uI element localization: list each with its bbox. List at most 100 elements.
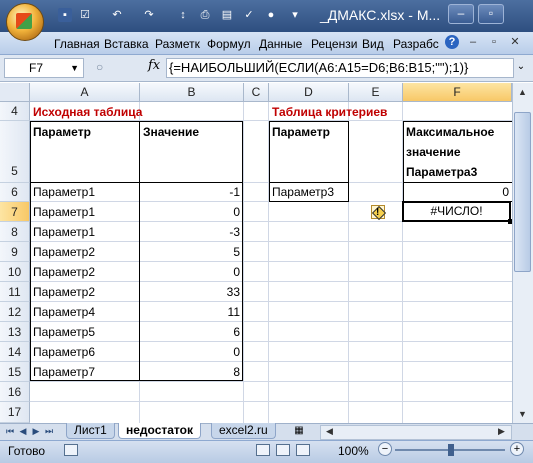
expand-formula-bar-icon[interactable]: ⌄: [513, 58, 529, 76]
cell-value[interactable]: -1: [140, 183, 243, 202]
cell-value[interactable]: 0: [140, 262, 243, 282]
column-header-f[interactable]: F: [403, 83, 512, 102]
cell-param[interactable]: Параметр5: [30, 322, 140, 342]
criteria-table-title[interactable]: Таблица критериев: [269, 103, 390, 121]
f6-value[interactable]: 0: [403, 183, 512, 202]
row-header-6[interactable]: 6: [0, 183, 30, 202]
criteria-param-value[interactable]: Параметр3: [269, 183, 349, 202]
criteria-header-max-line1[interactable]: Максимальное: [403, 123, 497, 141]
criteria-header-param[interactable]: Параметр: [269, 123, 333, 141]
row-header-11[interactable]: 11: [0, 282, 30, 302]
cell-param[interactable]: Параметр6: [30, 342, 140, 362]
prev-sheet-icon[interactable]: ◀: [17, 424, 29, 438]
row-header-8[interactable]: 8: [0, 222, 30, 242]
cell-value[interactable]: 0: [140, 342, 243, 362]
cell-param[interactable]: Параметр2: [30, 262, 140, 282]
insert-sheet-icon[interactable]: ▦: [292, 424, 306, 437]
minimize-button[interactable]: –: [448, 4, 474, 24]
row-header-12[interactable]: 12: [0, 302, 30, 322]
chevron-down-icon[interactable]: ▼: [70, 59, 79, 77]
row-header-5[interactable]: 5: [0, 121, 30, 183]
column-header-d[interactable]: D: [269, 83, 349, 102]
formula-input[interactable]: {=НАИБОЛЬШИЙ(ЕСЛИ(A6:A15=D6;B6:B15;"");1…: [166, 58, 514, 78]
last-sheet-icon[interactable]: ⏭: [43, 424, 55, 438]
row-header-4[interactable]: 4: [0, 102, 30, 121]
cell-value[interactable]: 8: [140, 362, 243, 382]
vertical-scroll-thumb[interactable]: [514, 112, 531, 272]
sheet-tab-excel2[interactable]: excel2.ru: [211, 423, 276, 439]
tab-view[interactable]: Вид: [362, 37, 384, 51]
cell-param[interactable]: Параметр4: [30, 302, 140, 322]
cell-value[interactable]: 11: [140, 302, 243, 322]
name-box[interactable]: F7 ▼: [4, 58, 84, 78]
checkbox-icon[interactable]: ☑: [78, 8, 92, 22]
tab-page-layout[interactable]: Разметк: [155, 37, 200, 51]
sheet-tab-nedostatok[interactable]: недостаток: [118, 423, 201, 439]
macro-record-icon[interactable]: [64, 444, 78, 456]
sort-icon[interactable]: ↕: [176, 8, 190, 22]
cell-param[interactable]: Параметр2: [30, 282, 140, 302]
row-header-13[interactable]: 13: [0, 322, 30, 342]
cell-value[interactable]: -3: [140, 222, 243, 242]
tab-formulas[interactable]: Формул: [207, 37, 251, 51]
ribbon-restore-icon[interactable]: ▫: [487, 36, 501, 48]
column-header-a[interactable]: A: [30, 83, 140, 102]
cell-value[interactable]: 5: [140, 242, 243, 262]
source-table-title[interactable]: Исходная таблица: [30, 103, 145, 121]
ribbon-close-icon[interactable]: ✕: [508, 36, 522, 48]
row-header-9[interactable]: 9: [0, 242, 30, 262]
tab-data[interactable]: Данные: [259, 37, 302, 51]
first-sheet-icon[interactable]: ⏮: [4, 424, 16, 438]
cell-param[interactable]: Параметр7: [30, 362, 140, 382]
circle-icon[interactable]: ●: [264, 8, 278, 22]
select-all-corner[interactable]: [0, 83, 30, 102]
cell-param[interactable]: Параметр1: [30, 222, 140, 242]
save-icon[interactable]: ▪: [58, 8, 72, 22]
tab-insert[interactable]: Вставка: [104, 37, 149, 51]
cell-param[interactable]: Параметр1: [30, 183, 140, 202]
column-header-b[interactable]: B: [140, 83, 244, 102]
header-param[interactable]: Параметр: [30, 123, 94, 141]
cell-param[interactable]: Параметр2: [30, 242, 140, 262]
scroll-up-icon[interactable]: ▲: [513, 84, 532, 100]
scroll-right-icon[interactable]: ▶: [492, 424, 511, 438]
f7-error-value[interactable]: #ЧИСЛО!: [403, 202, 510, 221]
customize-icon[interactable]: ▾: [288, 8, 302, 22]
row-header-7[interactable]: 7: [0, 202, 30, 222]
horizontal-scrollbar[interactable]: [320, 425, 512, 440]
office-button[interactable]: [6, 3, 44, 41]
maximize-button[interactable]: ▫: [478, 4, 504, 24]
header-value[interactable]: Значение: [140, 123, 202, 141]
help-icon[interactable]: ?: [445, 35, 459, 49]
tab-review[interactable]: Рецензи: [311, 37, 357, 51]
row-header-14[interactable]: 14: [0, 342, 30, 362]
cell-value[interactable]: 0: [140, 202, 243, 222]
cell-value[interactable]: 6: [140, 322, 243, 342]
row-header-10[interactable]: 10: [0, 262, 30, 282]
cell-param[interactable]: Параметр1: [30, 202, 140, 222]
zoom-out-icon[interactable]: −: [378, 442, 392, 456]
zoom-in-icon[interactable]: +: [510, 442, 524, 456]
sheet-tab-list1[interactable]: Лист1: [66, 423, 115, 439]
spell-icon[interactable]: ✓: [242, 8, 256, 22]
cell-value[interactable]: 33: [140, 282, 243, 302]
next-sheet-icon[interactable]: ▶: [30, 424, 42, 438]
criteria-header-max-line3[interactable]: Параметра3: [403, 163, 480, 181]
normal-view-icon[interactable]: [256, 444, 270, 456]
row-header-16[interactable]: 16: [0, 382, 30, 402]
zoom-slider-thumb[interactable]: [448, 444, 454, 456]
preview-icon[interactable]: ▤: [220, 8, 234, 22]
criteria-header-max-line2[interactable]: значение: [403, 143, 464, 161]
insert-function-button[interactable]: fx: [148, 58, 160, 73]
column-header-e[interactable]: E: [349, 83, 403, 102]
page-break-view-icon[interactable]: [296, 444, 310, 456]
row-header-17[interactable]: 17: [0, 402, 30, 423]
undo-icon[interactable]: ↶: [110, 8, 124, 22]
print-icon[interactable]: ⎙: [198, 8, 212, 22]
page-layout-view-icon[interactable]: [276, 444, 290, 456]
redo-icon[interactable]: ↷: [142, 8, 156, 22]
ribbon-minimize-icon[interactable]: –: [466, 36, 480, 48]
zoom-level[interactable]: 100%: [338, 444, 369, 458]
scroll-left-icon[interactable]: ◀: [320, 424, 339, 438]
tab-home[interactable]: Главная: [54, 37, 100, 51]
